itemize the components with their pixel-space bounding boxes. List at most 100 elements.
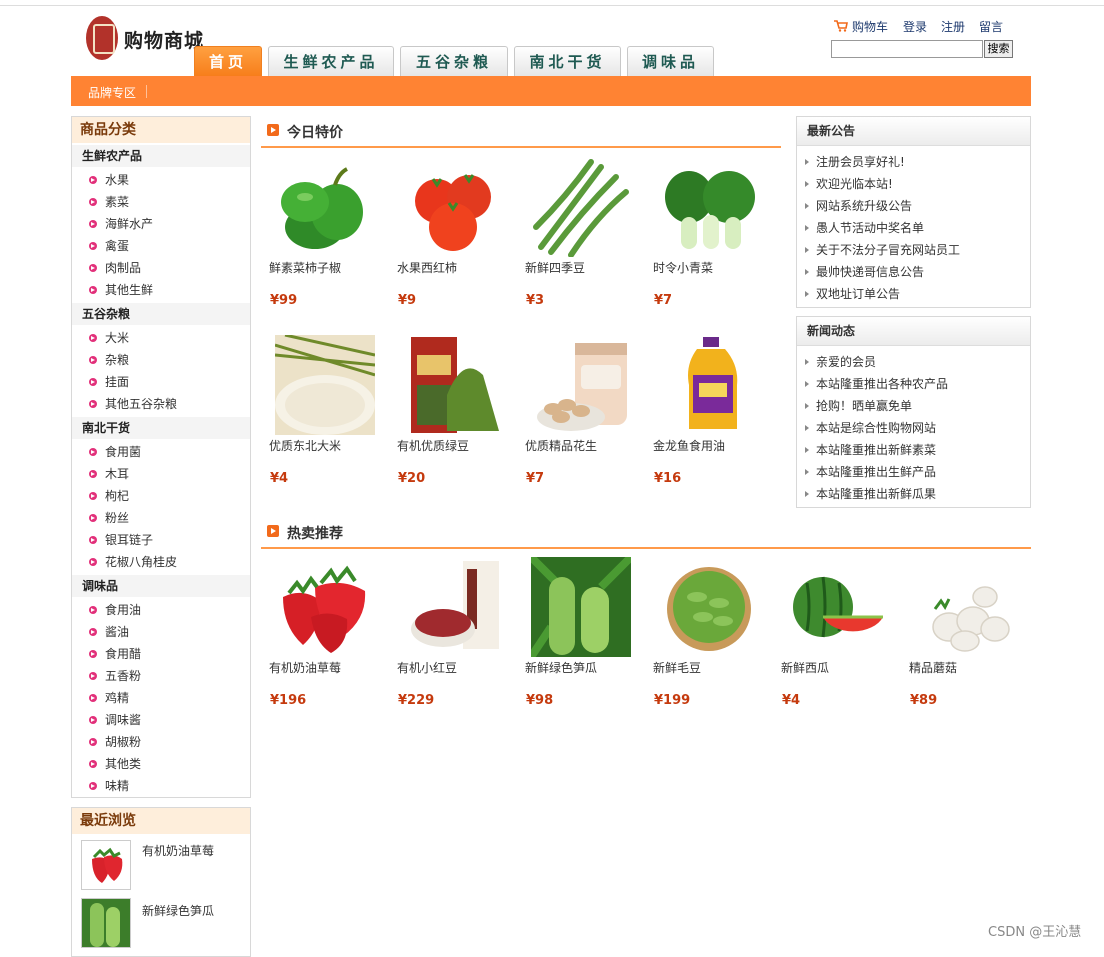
product-card[interactable]: 时令小青菜 ¥7 bbox=[653, 157, 773, 317]
category-item[interactable]: 枸杞 bbox=[89, 485, 129, 507]
news-item[interactable]: 本站是综合性购物网站 bbox=[805, 417, 936, 439]
product-name[interactable]: 精品蘑菇 bbox=[909, 659, 957, 676]
category-group-seasoning[interactable]: 调味品 bbox=[72, 575, 250, 597]
category-item-label: 其他生鲜 bbox=[105, 283, 154, 297]
announcement-item[interactable]: 注册会员享好礼! bbox=[805, 151, 905, 173]
category-group-fresh[interactable]: 生鲜农产品 bbox=[72, 145, 250, 167]
news-item[interactable]: 本站隆重推出新鲜素菜 bbox=[805, 439, 936, 461]
category-item-label: 食用醋 bbox=[105, 647, 142, 661]
category-group-grains[interactable]: 五谷杂粮 bbox=[72, 303, 250, 325]
product-card[interactable]: 精品蘑菇 ¥89 bbox=[909, 557, 1029, 717]
product-name[interactable]: 鲜素菜柿子椒 bbox=[269, 259, 341, 276]
product-card[interactable]: 金龙鱼食用油 ¥16 bbox=[653, 335, 773, 495]
product-name[interactable]: 优质东北大米 bbox=[269, 437, 341, 454]
product-name[interactable]: 金龙鱼食用油 bbox=[653, 437, 725, 454]
product-card[interactable]: 新鲜西瓜 ¥4 bbox=[781, 557, 901, 717]
category-item-label: 味精 bbox=[105, 779, 130, 793]
product-card[interactable]: 水果西红柿 ¥9 bbox=[397, 157, 517, 317]
category-item[interactable]: 挂面 bbox=[89, 371, 129, 393]
nav-tab-dry-goods[interactable]: 南北干货 bbox=[514, 46, 621, 76]
product-name[interactable]: 优质精品花生 bbox=[525, 437, 597, 454]
nav-tab-fresh[interactable]: 生鲜农产品 bbox=[268, 46, 394, 76]
category-item[interactable]: 其他五谷杂粮 bbox=[89, 393, 177, 415]
product-name[interactable]: 新鲜绿色笋瓜 bbox=[525, 659, 597, 676]
cart-icon[interactable] bbox=[834, 20, 848, 32]
product-card[interactable]: 有机小红豆 ¥229 bbox=[397, 557, 517, 717]
news-title: 新闻动态 bbox=[797, 317, 1030, 346]
category-item[interactable]: 木耳 bbox=[89, 463, 129, 485]
bullet-icon bbox=[89, 198, 97, 206]
product-card[interactable]: 新鲜毛豆 ¥199 bbox=[653, 557, 773, 717]
announcement-item[interactable]: 欢迎光临本站! bbox=[805, 173, 893, 195]
announcement-item[interactable]: 网站系统升级公告 bbox=[805, 195, 912, 217]
product-card[interactable]: 有机奶油草莓 ¥196 bbox=[269, 557, 389, 717]
category-item[interactable]: 其他类 bbox=[89, 753, 141, 775]
category-group-dry-goods[interactable]: 南北干货 bbox=[72, 417, 250, 439]
product-card[interactable]: 新鲜绿色笋瓜 ¥98 bbox=[525, 557, 645, 717]
nav-tab-grains[interactable]: 五谷杂粮 bbox=[400, 46, 508, 76]
news-item[interactable]: 亲爱的会员 bbox=[805, 351, 876, 373]
recent-item-name[interactable]: 有机奶油草莓 bbox=[142, 842, 214, 859]
category-item[interactable]: 味精 bbox=[89, 775, 129, 797]
category-item[interactable]: 禽蛋 bbox=[89, 235, 129, 257]
nav-tab-home[interactable]: 首页 bbox=[194, 46, 262, 76]
product-name[interactable]: 时令小青菜 bbox=[653, 259, 713, 276]
category-item[interactable]: 花椒八角桂皮 bbox=[89, 551, 177, 573]
news-item[interactable]: 抢购！晒单赢免单 bbox=[805, 395, 912, 417]
message-link[interactable]: 留言 bbox=[979, 18, 1003, 35]
announcement-item[interactable]: 关于不法分子冒充网站员工 bbox=[805, 239, 960, 261]
login-link[interactable]: 登录 bbox=[903, 18, 927, 35]
news-item[interactable]: 本站隆重推出生鲜产品 bbox=[805, 461, 936, 483]
category-item[interactable]: 肉制品 bbox=[89, 257, 141, 279]
brand-zone-link[interactable]: 品牌专区 bbox=[88, 84, 136, 101]
nav-tab-seasoning[interactable]: 调味品 bbox=[627, 46, 714, 76]
category-item[interactable]: 鸡精 bbox=[89, 687, 129, 709]
category-item[interactable]: 酱油 bbox=[89, 621, 129, 643]
product-name[interactable]: 水果西红柿 bbox=[397, 259, 457, 276]
news-item[interactable]: 本站隆重推出各种农产品 bbox=[805, 373, 948, 395]
search-button[interactable]: 搜索 bbox=[984, 40, 1013, 58]
product-card[interactable]: 鲜素菜柿子椒 ¥99 bbox=[269, 157, 389, 317]
product-name[interactable]: 有机小红豆 bbox=[397, 659, 457, 676]
bullet-icon bbox=[89, 628, 97, 636]
product-card[interactable]: 新鲜四季豆 ¥3 bbox=[525, 157, 645, 317]
search-input[interactable] bbox=[831, 40, 983, 58]
product-card[interactable]: 优质东北大米 ¥4 bbox=[269, 335, 389, 495]
category-item[interactable]: 粉丝 bbox=[89, 507, 129, 529]
category-item[interactable]: 杂粮 bbox=[89, 349, 129, 371]
product-name[interactable]: 新鲜西瓜 bbox=[781, 659, 829, 676]
category-item-label: 五香粉 bbox=[105, 669, 142, 683]
recent-thumb-strawberry[interactable] bbox=[81, 840, 131, 890]
category-item-label: 粉丝 bbox=[105, 511, 130, 525]
product-card[interactable]: 优质精品花生 ¥7 bbox=[525, 335, 645, 495]
product-name[interactable]: 新鲜四季豆 bbox=[525, 259, 585, 276]
category-item[interactable]: 素菜 bbox=[89, 191, 129, 213]
category-item[interactable]: 其他生鲜 bbox=[89, 279, 153, 301]
news-item[interactable]: 本站隆重推出新鲜瓜果 bbox=[805, 483, 936, 505]
product-card[interactable]: 有机优质绿豆 ¥20 bbox=[397, 335, 517, 495]
cart-link[interactable]: 购物车 bbox=[852, 18, 888, 35]
site-logo[interactable]: 购物商城 bbox=[84, 16, 203, 64]
category-item[interactable]: 食用菌 bbox=[89, 441, 141, 463]
category-item[interactable]: 食用油 bbox=[89, 599, 141, 621]
category-item-label: 挂面 bbox=[105, 375, 130, 389]
category-item[interactable]: 调味酱 bbox=[89, 709, 141, 731]
category-item[interactable]: 银耳链子 bbox=[89, 529, 153, 551]
product-name[interactable]: 有机奶油草莓 bbox=[269, 659, 341, 676]
recent-thumb-zucchini[interactable] bbox=[81, 898, 131, 948]
announcement-item[interactable]: 愚人节活动中奖名单 bbox=[805, 217, 924, 239]
announcement-item[interactable]: 双地址订单公告 bbox=[805, 283, 900, 305]
specials-title: 今日特价 bbox=[287, 125, 343, 141]
category-item[interactable]: 海鲜水产 bbox=[89, 213, 153, 235]
product-name[interactable]: 有机优质绿豆 bbox=[397, 437, 469, 454]
category-item[interactable]: 大米 bbox=[89, 327, 129, 349]
category-item[interactable]: 五香粉 bbox=[89, 665, 141, 687]
category-item[interactable]: 水果 bbox=[89, 169, 129, 191]
recent-item-name[interactable]: 新鲜绿色笋瓜 bbox=[142, 902, 214, 919]
product-name[interactable]: 新鲜毛豆 bbox=[653, 659, 701, 676]
category-item[interactable]: 胡椒粉 bbox=[89, 731, 141, 753]
register-link[interactable]: 注册 bbox=[941, 18, 965, 35]
watermark: CSDN @王沁慧 bbox=[988, 925, 1082, 940]
announcement-item[interactable]: 最帅快递哥信息公告 bbox=[805, 261, 924, 283]
category-item[interactable]: 食用醋 bbox=[89, 643, 141, 665]
